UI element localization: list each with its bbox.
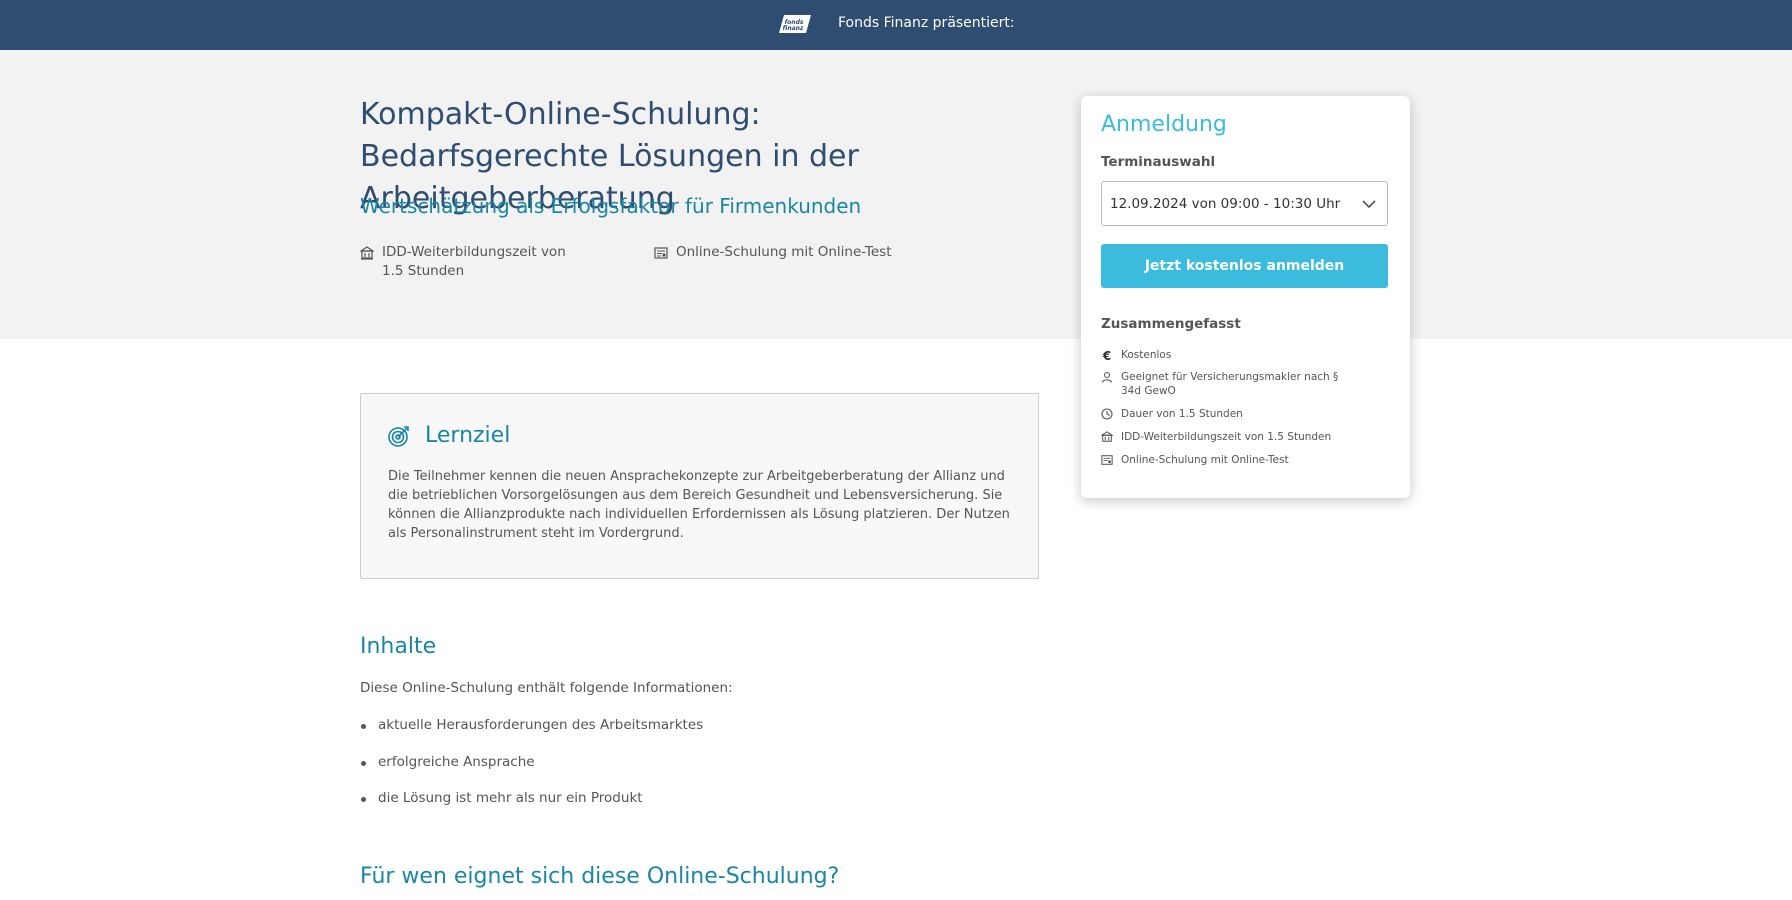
svg-text:€: €: [1102, 349, 1111, 361]
summary-item-text: Kostenlos: [1121, 349, 1172, 361]
list-item-text: die Lösung ist mehr als nur ein Produkt: [378, 790, 643, 806]
learning-goal-box: Lernziel Die Teilnehmer kennen die neuen…: [360, 393, 1039, 579]
summary-item-text: Dauer von 1.5 Stunden: [1121, 408, 1243, 420]
contents-intro: Diese Online-Schulung enthält folgende I…: [360, 680, 733, 696]
date-select[interactable]: 12.09.2024 von 09:00 - 10:30 Uhr: [1101, 181, 1388, 226]
person-icon: [1101, 371, 1113, 383]
list-item-text: erfolgreiche Ansprache: [378, 754, 535, 770]
building-icon: [360, 246, 374, 260]
summary-item-text: IDD-Weiterbildungszeit von 1.5 Stunden: [1121, 431, 1332, 443]
summary-item-text: Online-Schulung mit Online-Test: [1121, 454, 1289, 466]
svg-text:finanz: finanz: [783, 25, 804, 32]
euro-icon: €: [1102, 349, 1111, 361]
registration-card: Anmeldung Terminauswahl 12.09.2024 von 0…: [1081, 96, 1410, 498]
building-icon: [1101, 431, 1113, 442]
chevron-down-icon: [1362, 200, 1376, 209]
presents-label: Fonds Finanz präsentiert:: [838, 15, 1015, 31]
learning-goal-text: Die Teilnehmer kennen die neuen Ansprach…: [388, 469, 1010, 541]
certificate-icon: [654, 247, 668, 259]
page-subtitle: Wertschätzung als Erfolgsfaktor für Firm…: [360, 194, 862, 218]
registration-heading: Anmeldung: [1101, 112, 1227, 137]
certificate-icon: [1101, 455, 1113, 465]
top-bar: fonds finanz Fonds Finanz präsentiert:: [0, 0, 1792, 50]
summary-item-text: Geeignet für Versicherungsmakler nach § …: [1121, 371, 1339, 397]
fonds-finanz-logo[interactable]: fonds finanz: [778, 13, 812, 35]
contents-heading: Inhalte: [360, 634, 437, 659]
bullet-dot: [361, 761, 366, 766]
register-button[interactable]: Jetzt kostenlos anmelden: [1101, 244, 1388, 288]
target-icon: [388, 426, 409, 447]
clock-icon: [1101, 408, 1113, 420]
bullet-dot: [361, 724, 366, 729]
bullet-dot: [361, 797, 366, 802]
feature-text: Online-Schulung mit Online-Test: [676, 244, 892, 260]
date-select-label: Terminauswahl: [1101, 154, 1216, 170]
audience-heading: Für wen eignet sich diese Online-Schulun…: [360, 864, 840, 889]
summary-heading: Zusammengefasst: [1101, 316, 1241, 332]
list-item-text: aktuelle Herausforderungen des Arbeitsma…: [378, 717, 704, 733]
feature-text: IDD-Weiterbildungszeit von 1.5 Stunden: [382, 244, 566, 279]
learning-goal-heading: Lernziel: [425, 423, 511, 448]
date-select-value: 12.09.2024 von 09:00 - 10:30 Uhr: [1110, 196, 1341, 212]
